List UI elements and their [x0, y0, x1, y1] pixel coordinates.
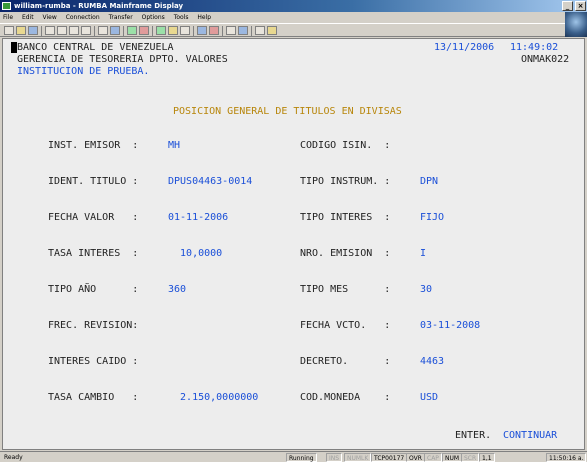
status-cap: CAP: [424, 453, 442, 462]
toolbar: [0, 23, 587, 37]
field-label: CODIGO ISIN. :: [300, 140, 391, 151]
rumba-logo: [565, 12, 587, 37]
menu-tools[interactable]: Tools: [174, 14, 189, 21]
field-label: TASA INTERES :: [48, 248, 139, 259]
menu-view[interactable]: View: [43, 14, 57, 21]
field-label: INTERES CAIDO :: [48, 356, 139, 367]
field-value[interactable]: 4463: [420, 356, 444, 368]
field-label: FECHA VCTO. :: [300, 320, 391, 331]
field-value[interactable]: 01-11-2006: [168, 212, 228, 224]
bank-name: BANCO CENTRAL DE VENEZUELA: [17, 42, 174, 53]
copy-icon[interactable]: [69, 26, 79, 35]
macro-icon[interactable]: [180, 26, 190, 35]
print-icon[interactable]: [45, 26, 55, 35]
receive-icon[interactable]: [127, 26, 137, 35]
status-ovr: OVR: [406, 453, 425, 462]
status-ready: Ready: [4, 454, 23, 461]
field-label: TIPO AÑO :: [48, 284, 139, 295]
status-num: NUM: [442, 453, 463, 462]
field-value[interactable]: 10,0000: [168, 248, 222, 260]
field-value[interactable]: USD: [420, 392, 438, 404]
cut-icon[interactable]: [57, 26, 67, 35]
new-icon[interactable]: [4, 26, 14, 35]
window-title: william-rumba - RUMBA Mainframe Display: [14, 2, 184, 10]
status-clock: 11:50:16 a.: [546, 453, 587, 462]
continue-action[interactable]: CONTINUAR: [503, 430, 557, 442]
toolbar-separator: [41, 26, 42, 36]
field-label: TIPO INTERES :: [300, 212, 391, 223]
field-label: TIPO MES :: [300, 284, 391, 295]
toolbar-separator: [152, 26, 153, 36]
status-numlk: NUMLK: [344, 453, 372, 462]
field-label: TIPO INSTRUM. :: [300, 176, 391, 187]
field-value[interactable]: I: [420, 248, 426, 260]
status-running: Running: [286, 453, 317, 462]
toolbar-separator: [222, 26, 223, 36]
field-value[interactable]: MH: [168, 140, 180, 152]
toolbar-separator: [251, 26, 252, 36]
undo-icon[interactable]: [98, 26, 108, 35]
color-icon[interactable]: [197, 26, 207, 35]
field-label: COD.MONEDA :: [300, 392, 391, 403]
field-label: NRO. EMISION :: [300, 248, 391, 259]
save-icon[interactable]: [28, 26, 38, 35]
field-value[interactable]: 2.150,0000000: [168, 392, 258, 404]
institution: INSTITUCION DE PRUEBA.: [17, 66, 150, 77]
field-label: FECHA VALOR :: [48, 212, 139, 223]
display-icon[interactable]: [238, 26, 248, 35]
screen-time: 11:49:02: [510, 42, 559, 53]
keyboard-icon[interactable]: [226, 26, 236, 35]
field-label: IDENT. TITULO :: [48, 176, 139, 187]
toolbar-separator: [94, 26, 95, 36]
menu-file[interactable]: File: [3, 14, 13, 21]
minimize-button[interactable]: _: [562, 1, 573, 11]
title-bar: william-rumba - RUMBA Mainframe Display …: [0, 0, 587, 12]
field-label: FREC. REVISION:: [48, 320, 139, 331]
options-icon[interactable]: [255, 26, 265, 35]
toolbar-separator: [193, 26, 194, 36]
record-icon[interactable]: [156, 26, 166, 35]
status-bar: Ready Running INS NUMLK TCP00177 OVR CAP…: [0, 451, 587, 462]
status-scrl: SCR: [461, 453, 480, 462]
transfer-icon[interactable]: [139, 26, 149, 35]
enter-key-label: ENTER.: [455, 430, 492, 441]
menu-bar: File Edit View Connection Transfer Optio…: [0, 12, 587, 23]
field-value[interactable]: DPN: [420, 176, 438, 188]
status-cursor: 1,1: [479, 453, 495, 462]
field-value[interactable]: DPUS04463-0014: [168, 176, 252, 188]
help-icon[interactable]: [267, 26, 277, 35]
field-value[interactable]: 30: [420, 284, 432, 296]
status-ins: INS: [326, 453, 343, 462]
field-value[interactable]: 360: [168, 284, 186, 296]
status-session: TCP00177: [371, 453, 408, 462]
department: GERENCIA DE TESORERIA DPTO. VALORES: [17, 54, 228, 65]
field-value[interactable]: 03-11-2008: [420, 320, 480, 332]
toolbar-separator: [123, 26, 124, 36]
menu-options[interactable]: Options: [142, 14, 165, 21]
terminal-screen[interactable]: BANCO CENTRAL DE VENEZUELA 13/11/2006 11…: [2, 38, 585, 450]
menu-connection[interactable]: Connection: [66, 14, 100, 21]
menu-help[interactable]: Help: [197, 14, 211, 21]
field-label: DECRETO. :: [300, 356, 391, 367]
screen-id: ONMAK022: [521, 54, 570, 65]
menu-edit[interactable]: Edit: [22, 14, 34, 21]
paste-icon[interactable]: [81, 26, 91, 35]
send-icon[interactable]: [110, 26, 120, 35]
close-button[interactable]: ×: [575, 1, 586, 11]
font-icon[interactable]: [209, 26, 219, 35]
screen-heading: POSICION GENERAL DE TITULOS EN DIVISAS: [173, 106, 402, 117]
field-label: INST. EMISOR :: [48, 140, 139, 151]
menu-transfer[interactable]: Transfer: [109, 14, 133, 21]
open-icon[interactable]: [16, 26, 26, 35]
screen-date: 13/11/2006: [434, 42, 495, 53]
app-icon: [2, 2, 11, 10]
field-value[interactable]: FIJO: [420, 212, 444, 224]
play-icon[interactable]: [168, 26, 178, 35]
field-label: TASA CAMBIO :: [48, 392, 139, 403]
